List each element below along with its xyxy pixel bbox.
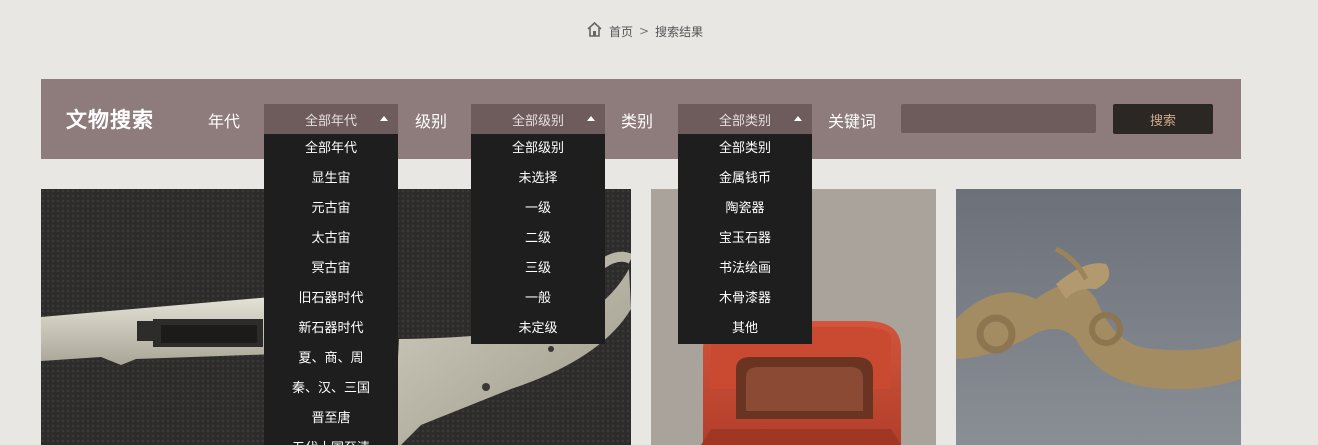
era-option[interactable]: 五代十国至清 xyxy=(264,434,398,445)
level-label: 级别 xyxy=(415,112,448,131)
era-option[interactable]: 秦、汉、三国 xyxy=(264,374,398,404)
category-option[interactable]: 陶瓷器 xyxy=(678,194,812,224)
era-dropdown-list: 全部年代 显生宙 元古宙 太古宙 冥古宙 旧石器时代 新石器时代 夏、商、周 秦… xyxy=(264,134,398,445)
caret-up-icon xyxy=(380,116,388,121)
era-option[interactable]: 夏、商、周 xyxy=(264,344,398,374)
category-option[interactable]: 金属钱币 xyxy=(678,164,812,194)
level-option[interactable]: 未定级 xyxy=(471,314,605,344)
search-button[interactable]: 搜索 xyxy=(1113,104,1213,134)
level-option[interactable]: 三级 xyxy=(471,254,605,284)
era-option[interactable]: 冥古宙 xyxy=(264,254,398,284)
level-option[interactable]: 一级 xyxy=(471,194,605,224)
era-option[interactable]: 旧石器时代 xyxy=(264,284,398,314)
era-label: 年代 xyxy=(208,112,241,131)
category-option[interactable]: 其他 xyxy=(678,314,812,344)
keyword-label: 关键词 xyxy=(828,112,877,131)
category-option[interactable]: 全部类别 xyxy=(678,134,812,164)
era-option[interactable]: 太古宙 xyxy=(264,224,398,254)
category-option[interactable]: 宝玉石器 xyxy=(678,224,812,254)
breadcrumb: 首页 > 搜索结果 xyxy=(586,21,704,41)
level-option[interactable]: 全部级别 xyxy=(471,134,605,164)
caret-up-icon xyxy=(794,116,802,121)
category-select[interactable]: 全部类别 xyxy=(678,104,812,134)
breadcrumb-separator: > xyxy=(639,24,650,38)
category-label: 类别 xyxy=(621,112,654,131)
search-bar: 文物搜索 年代 全部年代 级别 全部级别 类别 全部类别 关键词 搜索 xyxy=(41,79,1241,159)
era-option[interactable]: 全部年代 xyxy=(264,134,398,164)
level-option[interactable]: 一般 xyxy=(471,284,605,314)
search-title: 文物搜索 xyxy=(66,108,154,132)
breadcrumb-current: 搜索结果 xyxy=(655,24,704,39)
era-option[interactable]: 晋至唐 xyxy=(264,404,398,434)
caret-up-icon xyxy=(587,116,595,121)
level-select[interactable]: 全部级别 xyxy=(471,104,605,134)
era-select-value: 全部年代 xyxy=(304,113,357,129)
era-option[interactable]: 显生宙 xyxy=(264,164,398,194)
level-option[interactable]: 未选择 xyxy=(471,164,605,194)
category-select-value: 全部类别 xyxy=(718,113,771,129)
era-option[interactable]: 元古宙 xyxy=(264,194,398,224)
category-dropdown-list: 全部类别 金属钱币 陶瓷器 宝玉石器 书法绘画 木骨漆器 其他 xyxy=(678,134,812,344)
category-option[interactable]: 书法绘画 xyxy=(678,254,812,284)
level-option[interactable]: 二级 xyxy=(471,224,605,254)
result-image-jade-dragon[interactable] xyxy=(956,189,1241,445)
keyword-input[interactable] xyxy=(901,104,1096,133)
breadcrumb-home-link[interactable]: 首页 xyxy=(609,23,633,40)
home-icon[interactable] xyxy=(586,21,603,41)
era-select[interactable]: 全部年代 xyxy=(264,104,398,134)
category-option[interactable]: 木骨漆器 xyxy=(678,284,812,314)
level-select-value: 全部级别 xyxy=(511,113,564,129)
level-dropdown-list: 全部级别 未选择 一级 二级 三级 一般 未定级 xyxy=(471,134,605,344)
era-option[interactable]: 新石器时代 xyxy=(264,314,398,344)
